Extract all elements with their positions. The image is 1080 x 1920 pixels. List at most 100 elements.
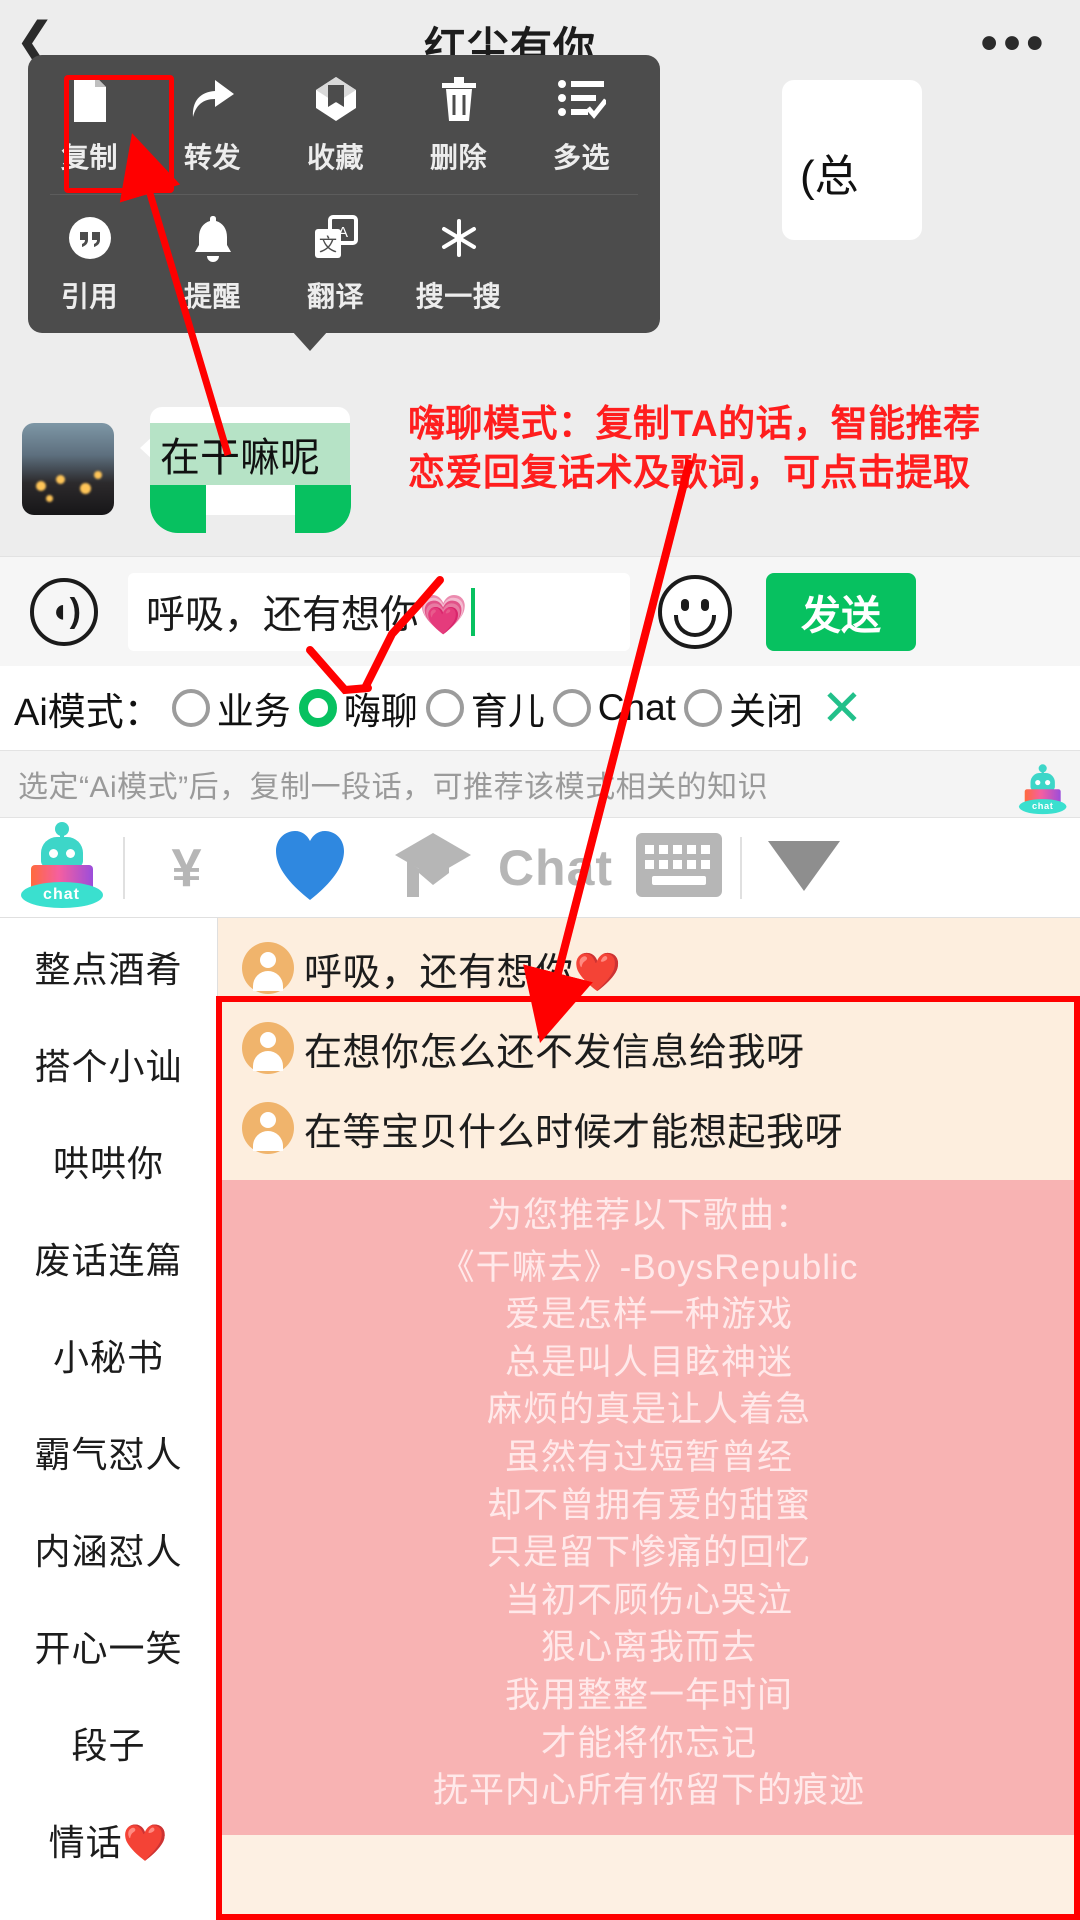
yen-icon: ¥ — [171, 837, 202, 898]
favorite-box-icon — [314, 73, 358, 125]
context-menu-label: 转发 — [183, 142, 241, 173]
selection-handle-right[interactable] — [295, 485, 351, 533]
smiley-icon — [658, 574, 732, 649]
app-root: ❮ 红尘有你 ••• (总 复制 转发 收藏 删除 多选 引用 提醒 文 A 翻… — [0, 0, 1080, 1920]
person-avatar-icon — [242, 1102, 294, 1154]
robot-chat-icon[interactable]: chat — [1018, 764, 1067, 815]
radio-icon — [171, 689, 210, 727]
ai-mode-option-label: 嗨聊 — [343, 691, 418, 732]
trash-icon — [440, 73, 478, 125]
message-text: 在干嘛呢 — [160, 436, 320, 480]
toolbar-item-yen[interactable]: ¥ — [125, 837, 248, 899]
suggestion-text: 呼吸，还有想你❤️ — [304, 951, 622, 994]
ai-hint-text: 选定“Ai模式”后，复制一段话，可推荐该模式相关的知识 — [18, 771, 769, 804]
context-menu-row-1: 复制 转发 收藏 删除 多选 — [28, 55, 660, 194]
song-title: 《干嘛去》-BoysRepublic — [439, 1247, 859, 1287]
lyric-line: 却不曾拥有爱的甜蜜 — [486, 1485, 811, 1525]
radio-icon — [683, 689, 722, 727]
context-menu-item-forward[interactable]: 转发 — [151, 55, 274, 194]
lyric-line: 虽然有过短暂曾经 — [504, 1437, 793, 1477]
graduation-cap-icon — [393, 829, 473, 906]
context-menu-item-translate[interactable]: 文 A 翻译 — [274, 194, 397, 333]
context-menu-label: 收藏 — [306, 142, 364, 173]
reply-suggestion-list: 呼吸，还有想你❤️ 在想你怎么还不发信息给我呀 在等宝贝什么时候才能想起我呀 — [218, 918, 1080, 1180]
ai-mode-option-label: 育儿 — [470, 691, 545, 732]
sidebar-item-2[interactable]: 哄哄你 — [0, 1112, 217, 1209]
lyric-line: 麻烦的真是让人着急 — [486, 1390, 811, 1430]
sidebar-item-7[interactable]: 开心一笑 — [0, 1597, 217, 1694]
robot-badge-label: chat — [1031, 801, 1054, 812]
annotation-note: 嗨聊模式：复制TA的话，智能推荐 恋爱回复话术及歌词，可点击提取 — [408, 400, 1068, 498]
context-menu-item-quote[interactable]: 引用 — [28, 194, 151, 333]
send-button[interactable]: 发送 — [766, 572, 916, 651]
context-menu-item-favorite[interactable]: 收藏 — [274, 55, 397, 194]
avatar[interactable] — [22, 423, 114, 515]
lyric-line: 总是叫人目眩神迷 — [504, 1342, 793, 1382]
list-item[interactable]: 在想你怎么还不发信息给我呀 — [218, 1008, 1080, 1088]
lyric-line: 狠心离我而去 — [540, 1628, 757, 1668]
lyric-line: 只是留下惨痛的回忆 — [486, 1533, 811, 1573]
selection-handle-left[interactable] — [150, 485, 206, 533]
sidebar-item-8[interactable]: 段子 — [0, 1694, 217, 1791]
ai-mode-row: Ai模式： 业务 嗨聊 育儿 Chat 关闭 ✕ — [0, 666, 1080, 750]
toolbar-item-collapse[interactable] — [742, 835, 865, 900]
ai-mode-option-business[interactable]: 业务 — [171, 681, 291, 735]
voice-input-button[interactable]: ◖) — [0, 577, 128, 646]
keyboard-icon — [635, 833, 722, 902]
text-caret — [470, 587, 475, 636]
more-dots-icon[interactable]: ••• — [950, 20, 1080, 68]
forward-arrow-icon — [189, 73, 237, 125]
assistant-panel: 整点酒肴 搭个小讪 哄哄你 废话连篇 小秘书 霸气怼人 内涵怼人 开心一笑 段子… — [0, 918, 1080, 1920]
context-menu-label: 搜一搜 — [415, 281, 502, 312]
sidebar-item-3[interactable]: 废话连篇 — [0, 1209, 217, 1306]
message-input[interactable]: 呼吸，还有想你💗 — [128, 572, 630, 651]
context-menu-row-2: 引用 提醒 文 A 翻译 搜一搜 — [28, 194, 660, 333]
heart-icon — [272, 828, 348, 907]
multi-select-icon — [557, 73, 606, 125]
song-recommendation-panel[interactable]: 为您推荐以下歌曲： 《干嘛去》-BoysRepublic 爱是怎样一种游戏 总是… — [218, 1180, 1080, 1835]
toolbar-item-robot[interactable]: chat — [0, 821, 123, 908]
lyric-line: 爱是怎样一种游戏 — [504, 1295, 793, 1335]
ai-hint-bar: 选定“Ai模式”后，复制一段话，可推荐该模式相关的知识 chat — [0, 750, 1080, 818]
suggestion-text: 在等宝贝什么时候才能想起我呀 — [304, 1111, 844, 1154]
context-menu-item-remind[interactable]: 提醒 — [151, 194, 274, 333]
toolbar-item-education[interactable] — [371, 829, 494, 906]
voice-wave-icon: ◖) — [30, 577, 98, 646]
list-item[interactable]: 在等宝贝什么时候才能想起我呀 — [218, 1088, 1080, 1168]
close-x-icon[interactable]: ✕ — [821, 683, 863, 733]
chevron-down-triangle-icon — [764, 835, 844, 900]
sidebar-item-9[interactable]: 情话❤️ — [0, 1791, 217, 1888]
radio-icon — [552, 689, 591, 727]
chat-word-label: Chat — [497, 839, 614, 896]
context-menu-item-copy[interactable]: 复制 — [28, 55, 151, 194]
sidebar-item-0[interactable]: 整点酒肴 — [0, 918, 217, 1015]
ai-mode-label: Ai模式： — [14, 691, 162, 734]
toolbar-item-keyboard[interactable] — [617, 833, 740, 902]
annotation-line-2: 恋爱回复话术及歌词，可点击提取 — [408, 451, 971, 493]
sidebar-item-5[interactable]: 霸气怼人 — [0, 1403, 217, 1500]
sidebar-item-4[interactable]: 小秘书 — [0, 1306, 217, 1403]
context-menu-label: 删除 — [429, 142, 487, 173]
context-menu-item-search[interactable]: 搜一搜 — [397, 194, 520, 333]
toolbar-item-heart[interactable] — [248, 828, 371, 907]
person-avatar-icon — [242, 942, 294, 994]
sidebar-item-1[interactable]: 搭个小讪 — [0, 1015, 217, 1112]
context-menu-label: 多选 — [552, 142, 610, 173]
ai-mode-option-hichat[interactable]: 嗨聊 — [298, 681, 418, 735]
emoji-button[interactable] — [630, 574, 760, 649]
list-item[interactable]: 呼吸，还有想你❤️ — [218, 928, 1080, 1008]
ai-mode-option-off[interactable]: 关闭 — [683, 681, 803, 735]
annotation-line-1: 嗨聊模式：复制TA的话，智能推荐 — [408, 403, 981, 444]
sidebar-item-6[interactable]: 内涵怼人 — [0, 1500, 217, 1597]
toolbar-item-chat[interactable]: Chat — [494, 839, 617, 897]
context-menu-item-multiselect[interactable]: 多选 — [520, 55, 643, 194]
ai-mode-option-parenting[interactable]: 育儿 — [425, 681, 545, 735]
search-dandelion-icon — [436, 212, 482, 264]
message-input-value: 呼吸，还有想你💗 — [146, 593, 468, 637]
ai-mode-option-label: 关闭 — [728, 691, 803, 732]
context-menu-label: 提醒 — [183, 281, 241, 312]
lyric-line: 我用整整一年时间 — [504, 1675, 793, 1715]
bell-icon — [192, 212, 234, 264]
context-menu-item-delete[interactable]: 删除 — [397, 55, 520, 194]
ai-mode-option-chat[interactable]: Chat — [552, 687, 676, 729]
